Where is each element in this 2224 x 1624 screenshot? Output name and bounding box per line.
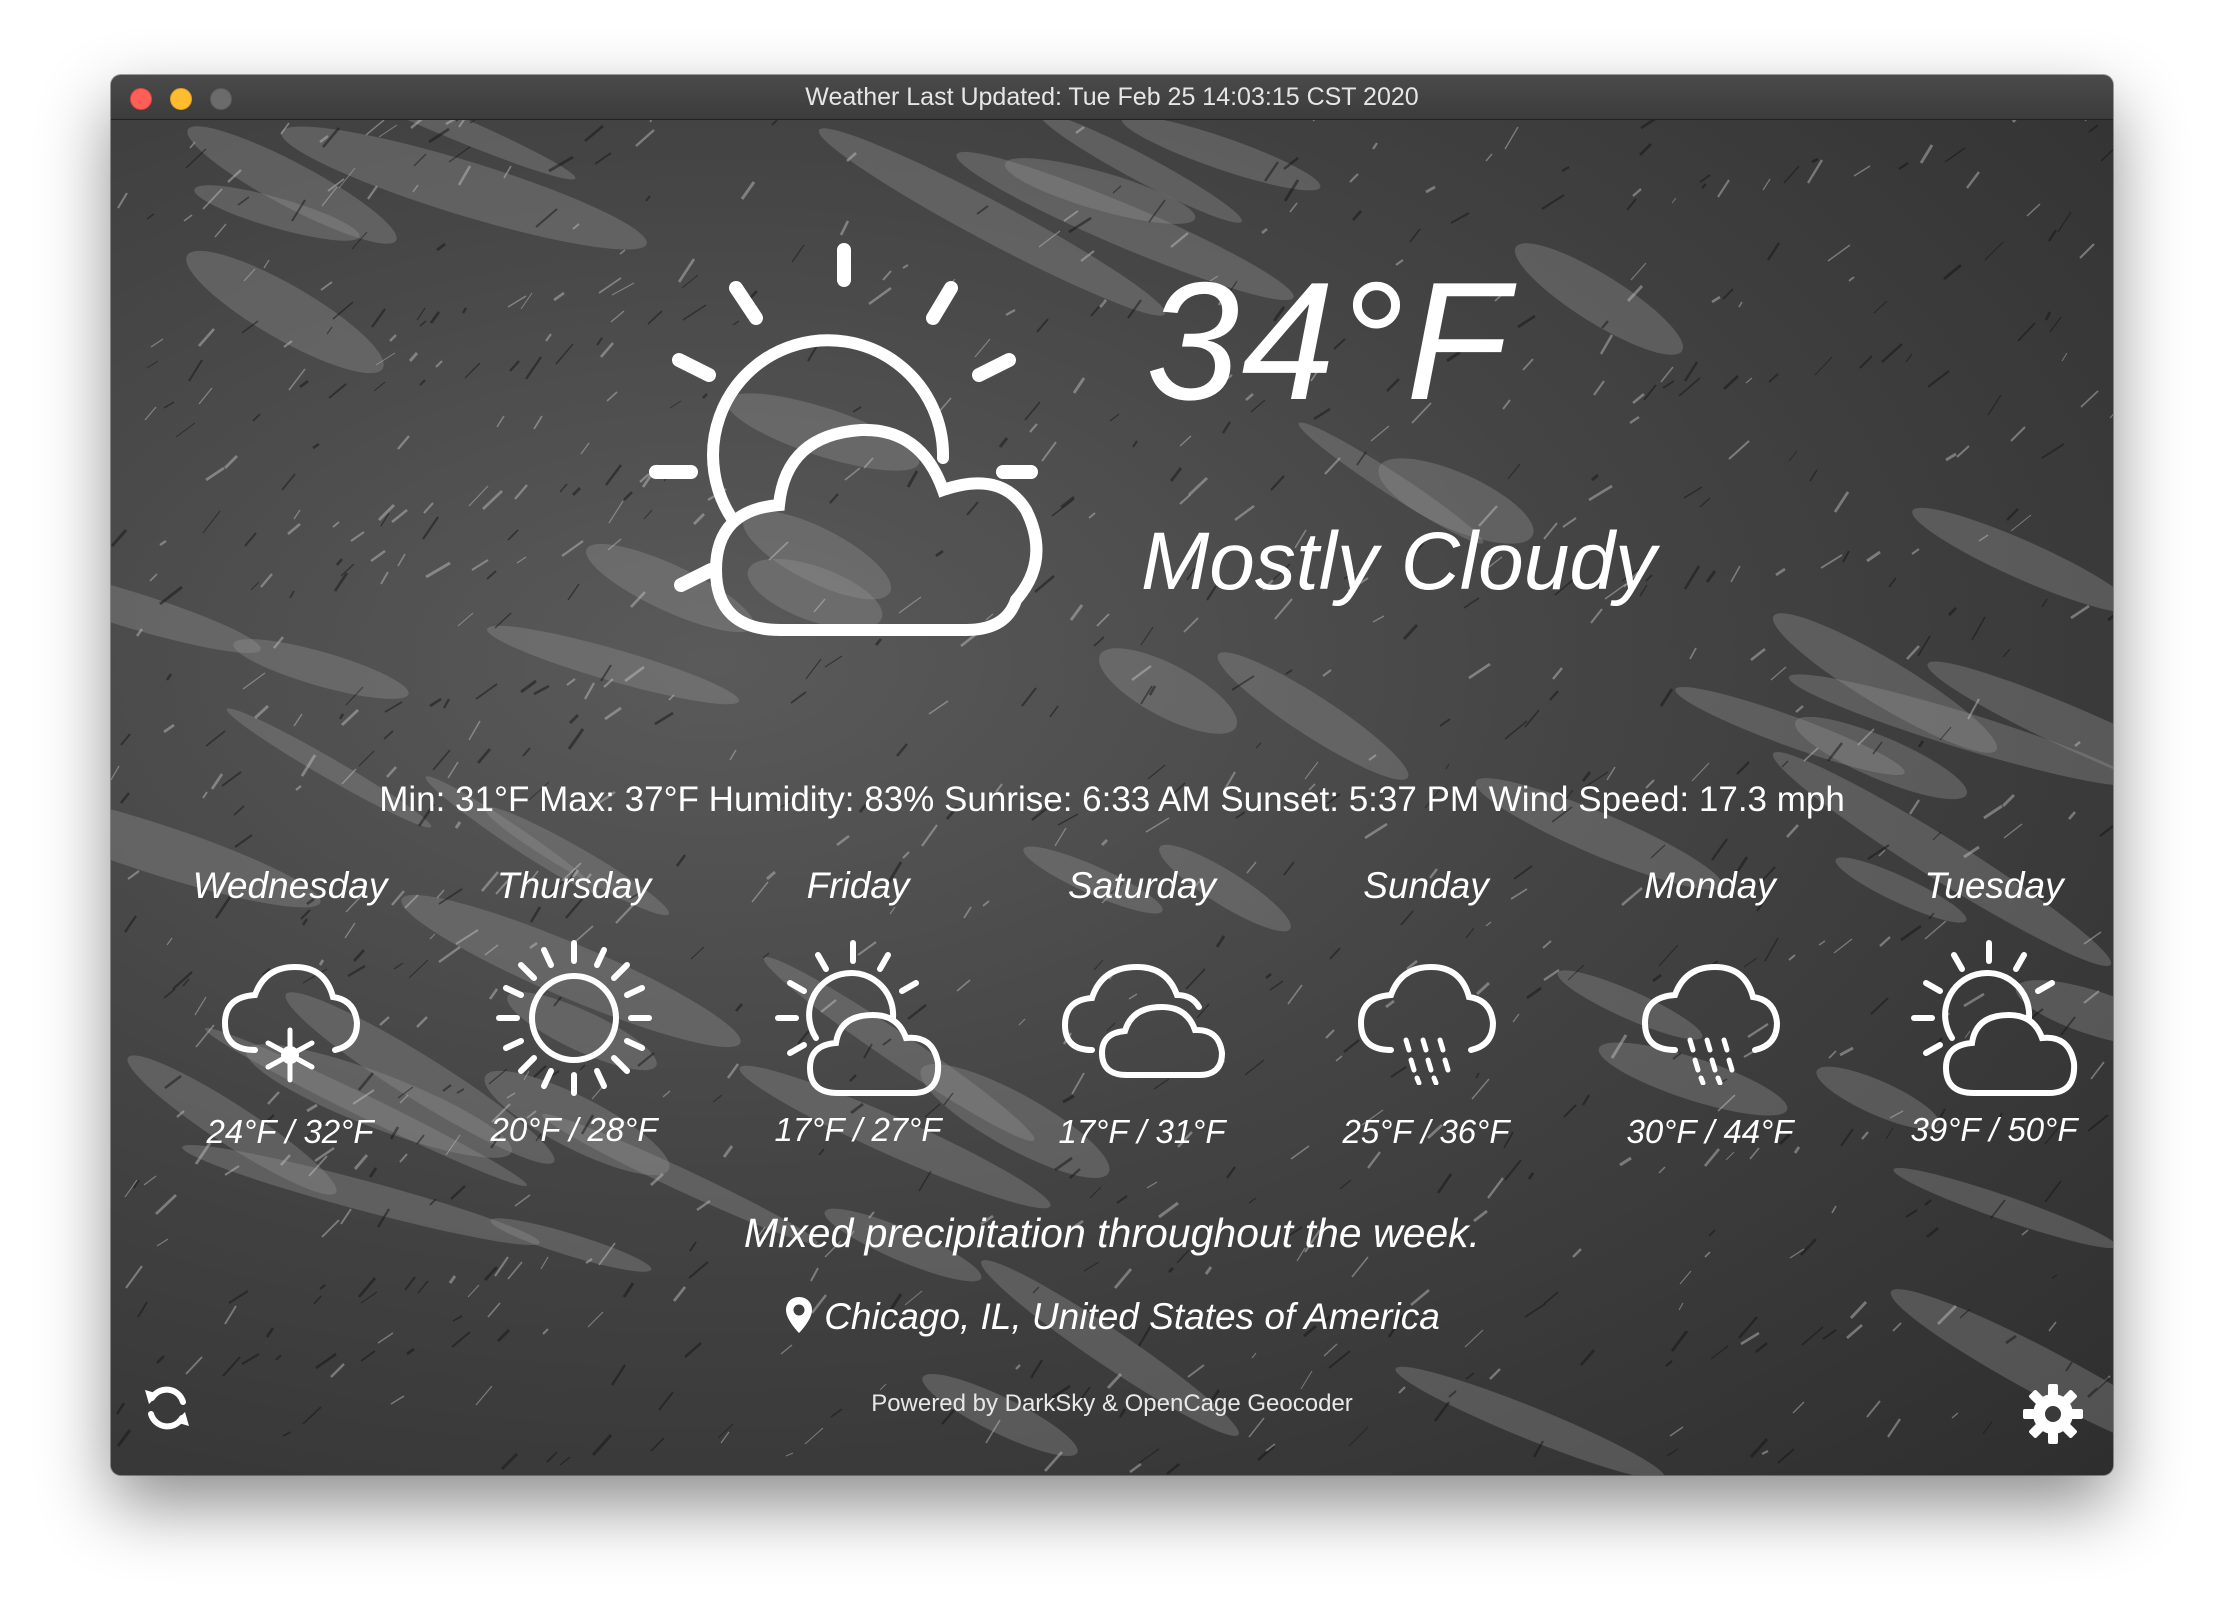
location-text: Chicago, IL, United States of America (824, 1296, 1440, 1337)
partly-cloudy-icon (775, 940, 942, 1096)
partly-cloudy-day-icon (649, 243, 1043, 636)
forecast-day: Monday 30°F / 44°F (1585, 865, 1835, 1151)
forecast-day-name: Wednesday (192, 865, 388, 906)
forecast-day: Saturday 17°F / 31°F (1017, 865, 1267, 1151)
forecast-day-name: Sunday (1363, 865, 1489, 906)
sun-icon (496, 940, 652, 1096)
map-pin-icon (786, 1297, 813, 1333)
forecast-range: 25°F / 36°F (1342, 1113, 1510, 1150)
rain-cloud-icon (1357, 963, 1497, 1085)
window-title: Weather Last Updated: Tue Feb 25 14:03:1… (805, 83, 1419, 111)
forecast-range: 17°F / 27°F (774, 1111, 942, 1148)
forecast-range: 17°F / 31°F (1058, 1113, 1226, 1150)
forecast-day: Wednesday 24°F / 32°F (165, 865, 415, 1151)
forecast-day: Thursday 20°F / 28°F (449, 865, 699, 1149)
forecast-day: Friday 17°F / 27°F (733, 865, 983, 1149)
current-details: Min: 31°F Max: 37°F Humidity: 83% Sunris… (379, 780, 1845, 819)
forecast-day: Sunday 25°F / 36°F (1301, 865, 1551, 1151)
weather-content: 34°F Mostly Cloudy Min: 31°F Max: 37°F H… (111, 120, 2113, 1475)
powered-by: Powered by DarkSky & OpenCage Geocoder (871, 1390, 1353, 1417)
partly-cloudy-icon (1911, 940, 2078, 1096)
forecast-day-name: Monday (1644, 865, 1776, 906)
forecast-day-name: Tuesday (1924, 865, 2064, 906)
cloudy-icon (1061, 963, 1226, 1078)
title-bar[interactable]: Weather Last Updated: Tue Feb 25 14:03:1… (111, 75, 2113, 120)
gear-icon[interactable] (2021, 1382, 2085, 1446)
forecast-day-name: Thursday (496, 865, 652, 906)
forecast-range: 24°F / 32°F (206, 1113, 374, 1150)
forecast-day-name: Friday (806, 865, 910, 906)
forecast-day-name: Saturday (1067, 865, 1217, 906)
current-temperature: 34°F (1146, 247, 1511, 435)
forecast-day: Tuesday 39°F / 50°F (1869, 865, 2113, 1149)
app-window: Weather Last Updated: Tue Feb 25 14:03:1… (111, 75, 2113, 1475)
location: Chicago, IL, United States of America (111, 1295, 2113, 1338)
current-condition: Mostly Cloudy (1141, 516, 1656, 607)
forecast-range: 39°F / 50°F (1910, 1111, 2078, 1148)
refresh-icon[interactable] (141, 1382, 193, 1434)
snow-cloud-icon (221, 963, 361, 1083)
forecast-range: 20°F / 28°F (490, 1111, 658, 1148)
rain-cloud-icon (1641, 963, 1781, 1085)
weekly-summary: Mixed precipitation throughout the week. (743, 1210, 1481, 1256)
forecast-range: 30°F / 44°F (1626, 1113, 1794, 1150)
